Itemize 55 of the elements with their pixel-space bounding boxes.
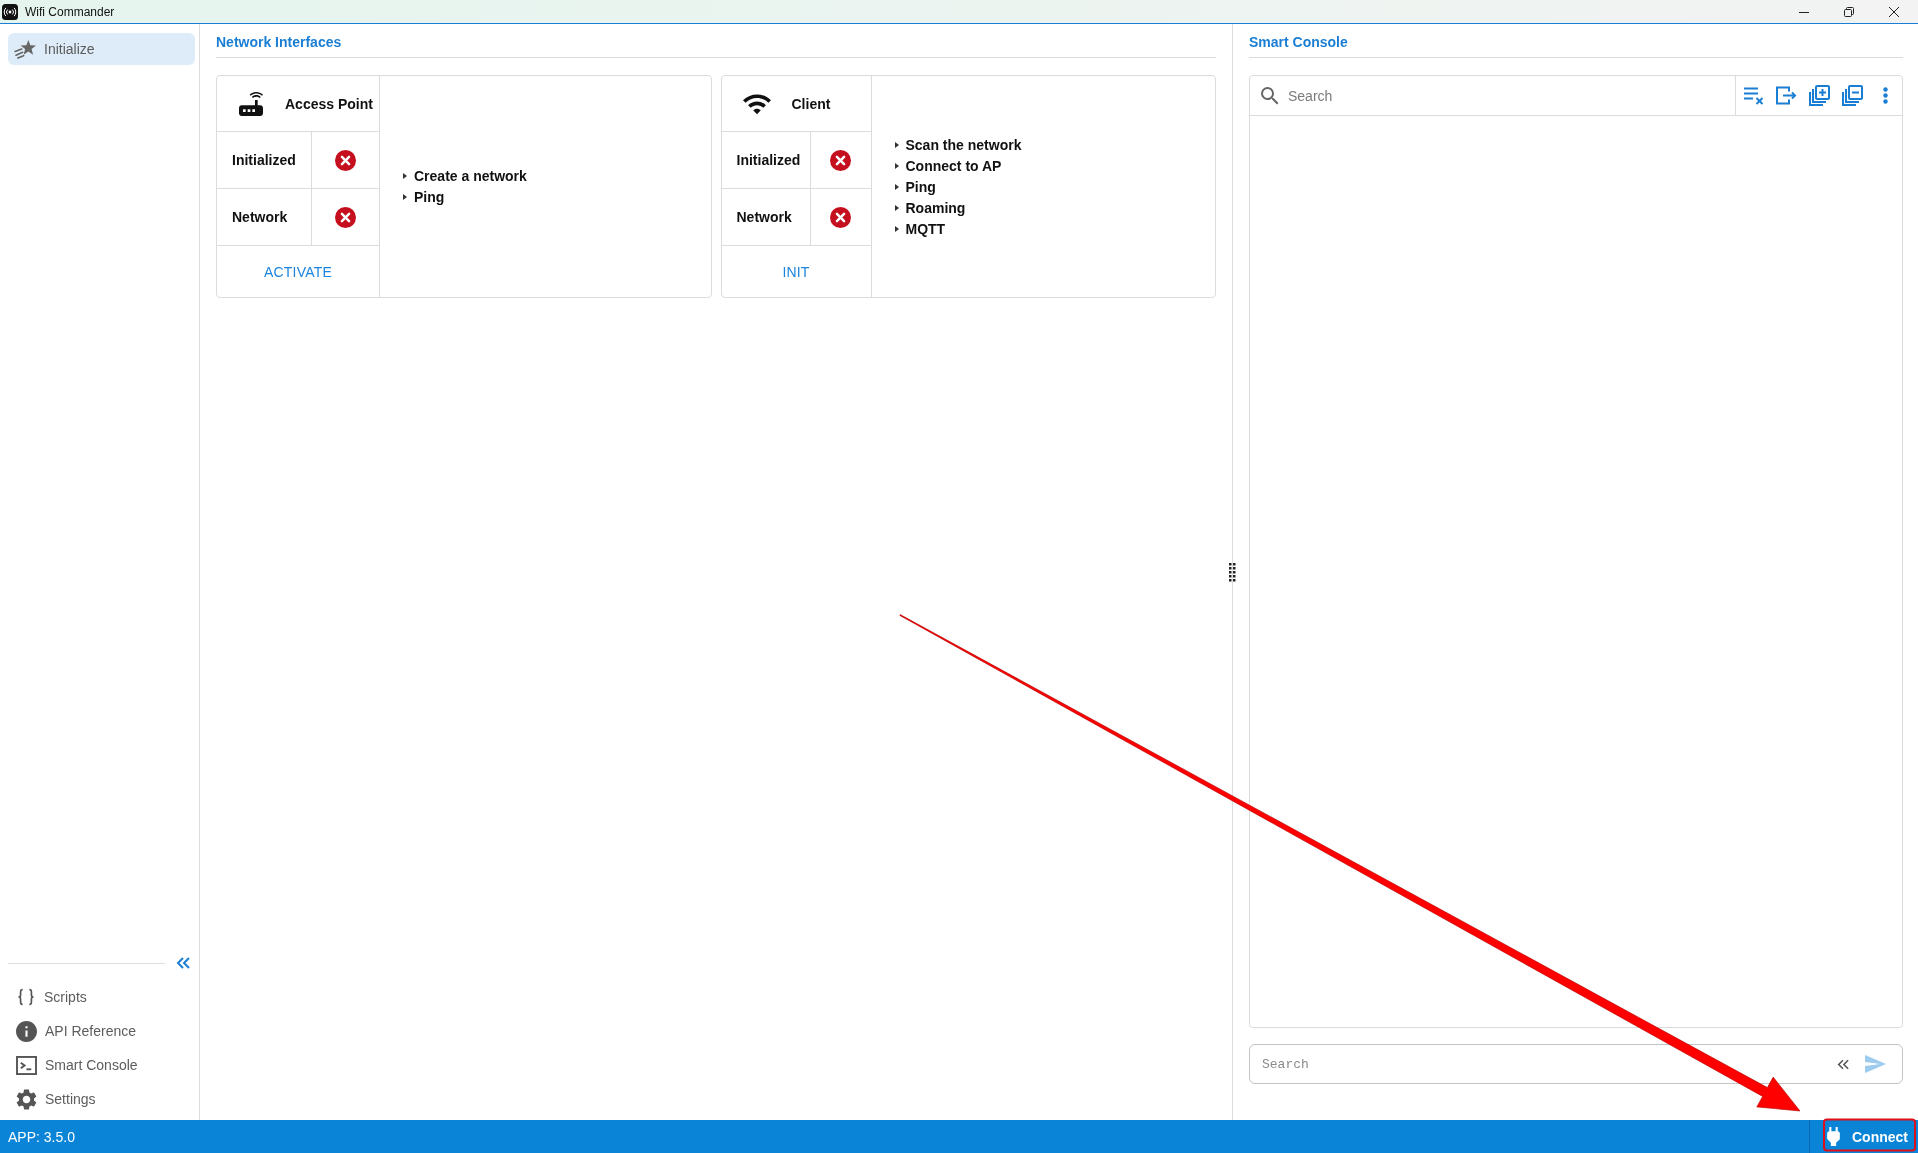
connect-button[interactable]: Connect <box>1809 1120 1918 1153</box>
router-icon <box>238 91 264 116</box>
double-chevron-icon[interactable] <box>1837 1058 1849 1070</box>
terminal-icon <box>16 1055 37 1075</box>
sidebar-item[interactable]: Settings <box>8 1082 195 1116</box>
shooting-star-icon <box>14 39 37 59</box>
restore-icon[interactable] <box>1844 6 1854 17</box>
export-icon[interactable] <box>1776 86 1797 105</box>
action-button[interactable]: ACTIVATE <box>254 257 342 286</box>
app-icon <box>2 3 18 20</box>
section-heading: Smart Console <box>1249 24 1903 58</box>
stack-minus-icon[interactable] <box>1842 85 1863 106</box>
sidebar-item[interactable]: Initialize <box>8 33 195 65</box>
bullet-icon <box>894 141 899 148</box>
sidebar-item[interactable]: Scripts <box>8 980 195 1014</box>
wifi-icon <box>742 92 771 115</box>
close-icon[interactable] <box>1889 6 1899 17</box>
section-heading: Network Interfaces <box>216 24 1216 58</box>
feature-item: MQTT <box>905 220 946 237</box>
search-icon <box>1261 86 1279 105</box>
bullet-icon <box>894 162 899 169</box>
feature-item: Scan the network <box>905 136 1022 153</box>
feature-item: Connect to AP <box>905 157 1002 174</box>
feature-item: Roaming <box>905 199 966 216</box>
drag-handle-icon[interactable] <box>1229 563 1236 582</box>
status-label: Initialized <box>217 132 312 188</box>
clear-list-icon[interactable] <box>1743 85 1764 106</box>
sidebar-item[interactable]: Smart Console <box>8 1048 195 1082</box>
card-title: Client <box>791 95 831 112</box>
info-icon <box>16 1020 37 1042</box>
braces-icon <box>16 987 36 1007</box>
feature-item: Ping <box>905 178 936 195</box>
more-icon[interactable] <box>1883 87 1888 104</box>
feature-item: Ping <box>414 189 445 205</box>
sidebar-item[interactable]: API Reference <box>8 1014 195 1048</box>
bullet-icon <box>894 183 899 190</box>
command-input[interactable]: Search <box>1250 1045 1829 1083</box>
command-field[interactable]: Search <box>1249 1044 1903 1084</box>
stack-plus-icon[interactable] <box>1809 85 1830 106</box>
card-title: Access Point <box>285 95 373 112</box>
window-title: Wifi Commander <box>25 4 115 19</box>
status-label: Initialized <box>721 132 811 188</box>
status-label: Network <box>217 189 312 245</box>
version-label: APP: 3.5.0 <box>7 1128 75 1145</box>
search-field[interactable]: Search <box>1288 76 1735 115</box>
status-label: Network <box>721 189 811 245</box>
bullet-icon <box>894 204 899 211</box>
bullet-icon <box>403 173 407 179</box>
bullet-icon <box>403 194 407 200</box>
feature-item: Create a network <box>414 168 527 184</box>
double-chevron-icon[interactable] <box>176 957 190 969</box>
bullet-icon <box>894 225 899 232</box>
action-button[interactable]: INIT <box>772 257 820 286</box>
plug-icon <box>1827 1127 1840 1146</box>
gear-icon <box>16 1088 37 1110</box>
